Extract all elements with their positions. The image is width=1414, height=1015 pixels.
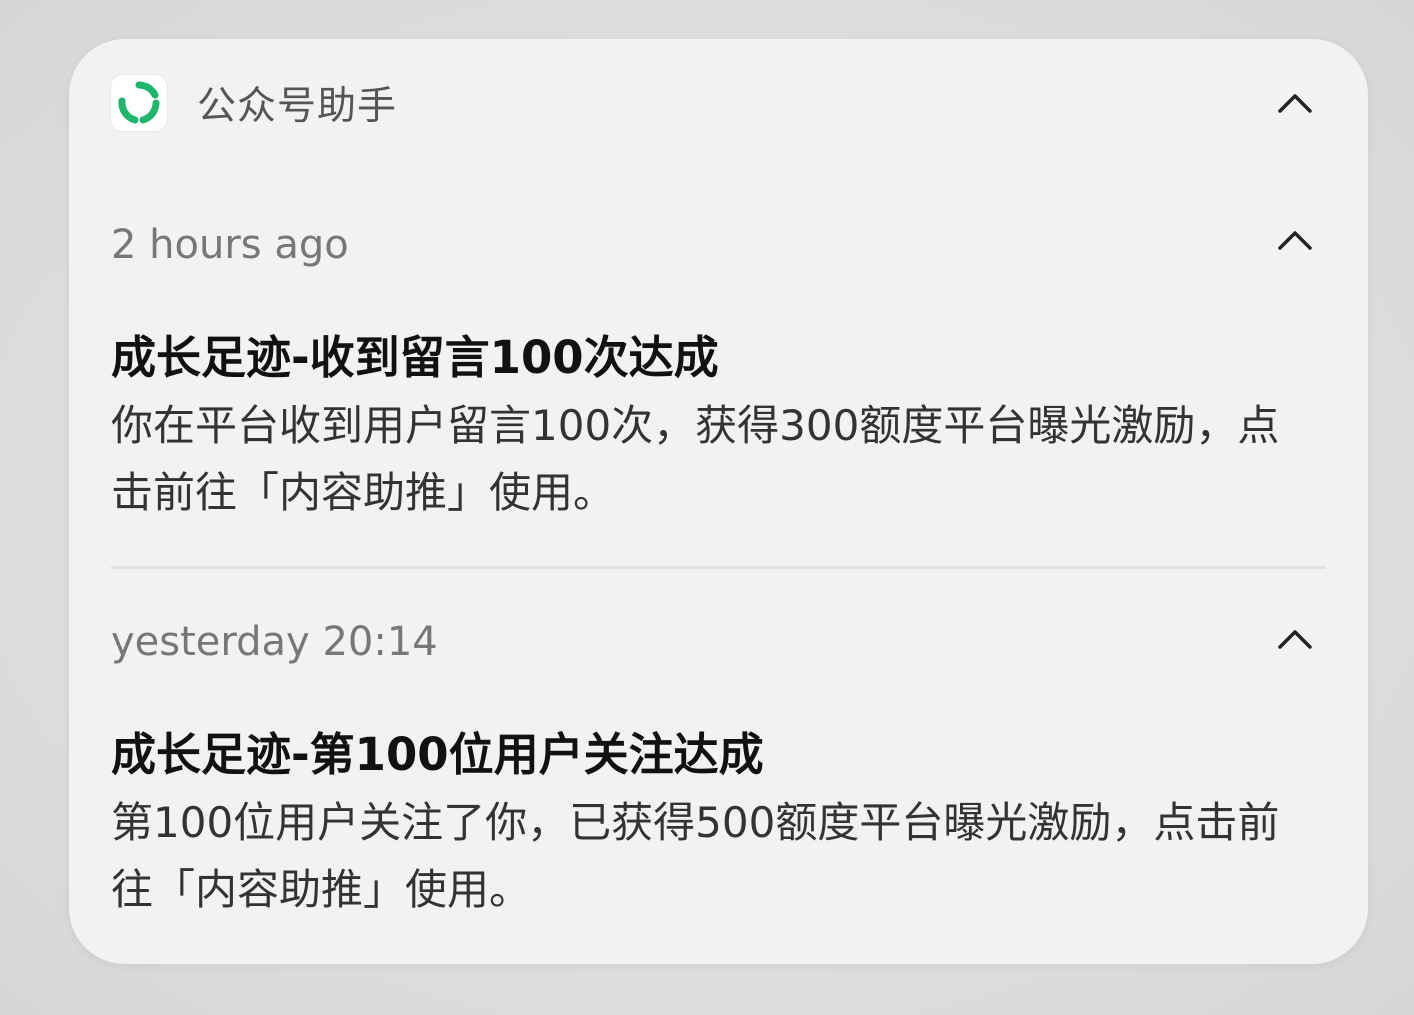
collapse-group-button[interactable] — [1275, 88, 1315, 118]
notification-item[interactable]: 2 hours ago 成长足迹-收到留言100次达成 你在平台收到用户留言10… — [111, 221, 1326, 526]
notification-body: 你在平台收到用户留言100次，获得300额度平台曝光激励，点击前往「内容助推」使… — [111, 401, 1280, 517]
chevron-up-icon — [1278, 231, 1312, 250]
collapse-notification-button[interactable] — [1275, 624, 1315, 654]
app-header: 公众号助手 — [111, 75, 1326, 131]
divider — [111, 566, 1326, 569]
chevron-up-icon — [1278, 630, 1312, 649]
notification-body: 第100位用户关注了你，已获得500额度平台曝光激励，点击前往「内容助推」使用。 — [111, 798, 1280, 914]
notification-time: 2 hours ago — [111, 222, 349, 268]
notification-time: yesterday 20:14 — [111, 619, 438, 665]
app-name: 公众号助手 — [197, 84, 398, 129]
wechat-official-account-icon — [111, 75, 167, 131]
collapse-notification-button[interactable] — [1275, 225, 1315, 255]
notification-item[interactable]: yesterday 20:14 成长足迹-第100位用户关注达成 第100位用户… — [111, 618, 1326, 923]
chevron-up-icon — [1278, 94, 1312, 113]
notification-title: 成长足迹-收到留言100次达成 — [111, 331, 719, 384]
notification-card[interactable]: 公众号助手 2 hours ago 成长足迹-收到留言100次达成 你在平台收到… — [69, 39, 1368, 964]
notification-title: 成长足迹-第100位用户关注达成 — [111, 728, 764, 781]
